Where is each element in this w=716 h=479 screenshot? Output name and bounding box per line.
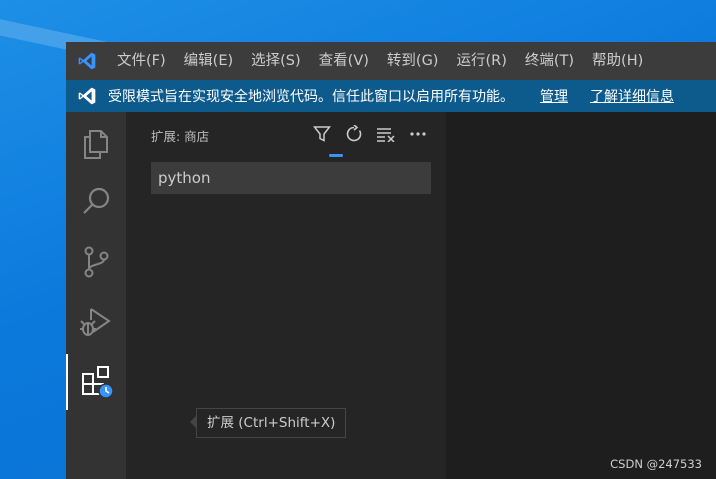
menu-bar: 文件(F) 编辑(E) 选择(S) 查看(V) 转到(G) 运行(R) 终端(T… (108, 42, 652, 80)
menu-view[interactable]: 查看(V) (310, 42, 378, 80)
menu-edit[interactable]: 编辑(E) (175, 42, 242, 80)
banner-learn-more-link[interactable]: 了解详细信息 (590, 86, 674, 106)
editor-area (446, 112, 716, 479)
more-actions-icon[interactable] (402, 120, 434, 148)
explorer-files-icon[interactable] (66, 116, 126, 172)
title-bar: 文件(F) 编辑(E) 选择(S) 查看(V) 转到(G) 运行(R) 终端(T… (66, 42, 716, 80)
banner-manage-link[interactable]: 管理 (540, 86, 568, 106)
run-debug-icon[interactable] (66, 294, 126, 350)
source-control-icon[interactable] (66, 234, 126, 290)
clear-list-icon[interactable] (370, 120, 402, 148)
activity-bar (66, 112, 126, 479)
restricted-mode-banner: 受限模式旨在实现安全地浏览代码。信任此窗口以启用所有功能。 管理 了解详细信息 (66, 80, 716, 112)
vscode-window: 文件(F) 编辑(E) 选择(S) 查看(V) 转到(G) 运行(R) 终端(T… (66, 42, 716, 479)
menu-go[interactable]: 转到(G) (378, 42, 448, 80)
extensions-search-input[interactable] (151, 162, 431, 194)
vscode-logo-icon (66, 86, 108, 106)
menu-help[interactable]: 帮助(H) (583, 42, 652, 80)
menu-run[interactable]: 运行(R) (447, 42, 515, 80)
menu-selection[interactable]: 选择(S) (242, 42, 310, 80)
filter-active-indicator (329, 154, 343, 157)
extensions-icon[interactable] (66, 354, 126, 410)
vscode-logo-icon (66, 42, 108, 80)
sidebar-title: 扩展: 商店 (151, 129, 210, 144)
sidebar-actions (306, 120, 434, 150)
extensions-tooltip: 扩展 (Ctrl+Shift+X) (196, 408, 347, 438)
banner-message: 受限模式旨在实现安全地浏览代码。信任此窗口以启用所有功能。 (108, 89, 514, 105)
menu-terminal[interactable]: 终端(T) (516, 42, 583, 80)
menu-file[interactable]: 文件(F) (108, 42, 175, 80)
filter-icon[interactable] (306, 120, 338, 148)
refresh-icon[interactable] (338, 120, 370, 148)
csdn-watermark: CSDN @247533 (610, 457, 702, 471)
search-icon[interactable] (66, 174, 126, 230)
